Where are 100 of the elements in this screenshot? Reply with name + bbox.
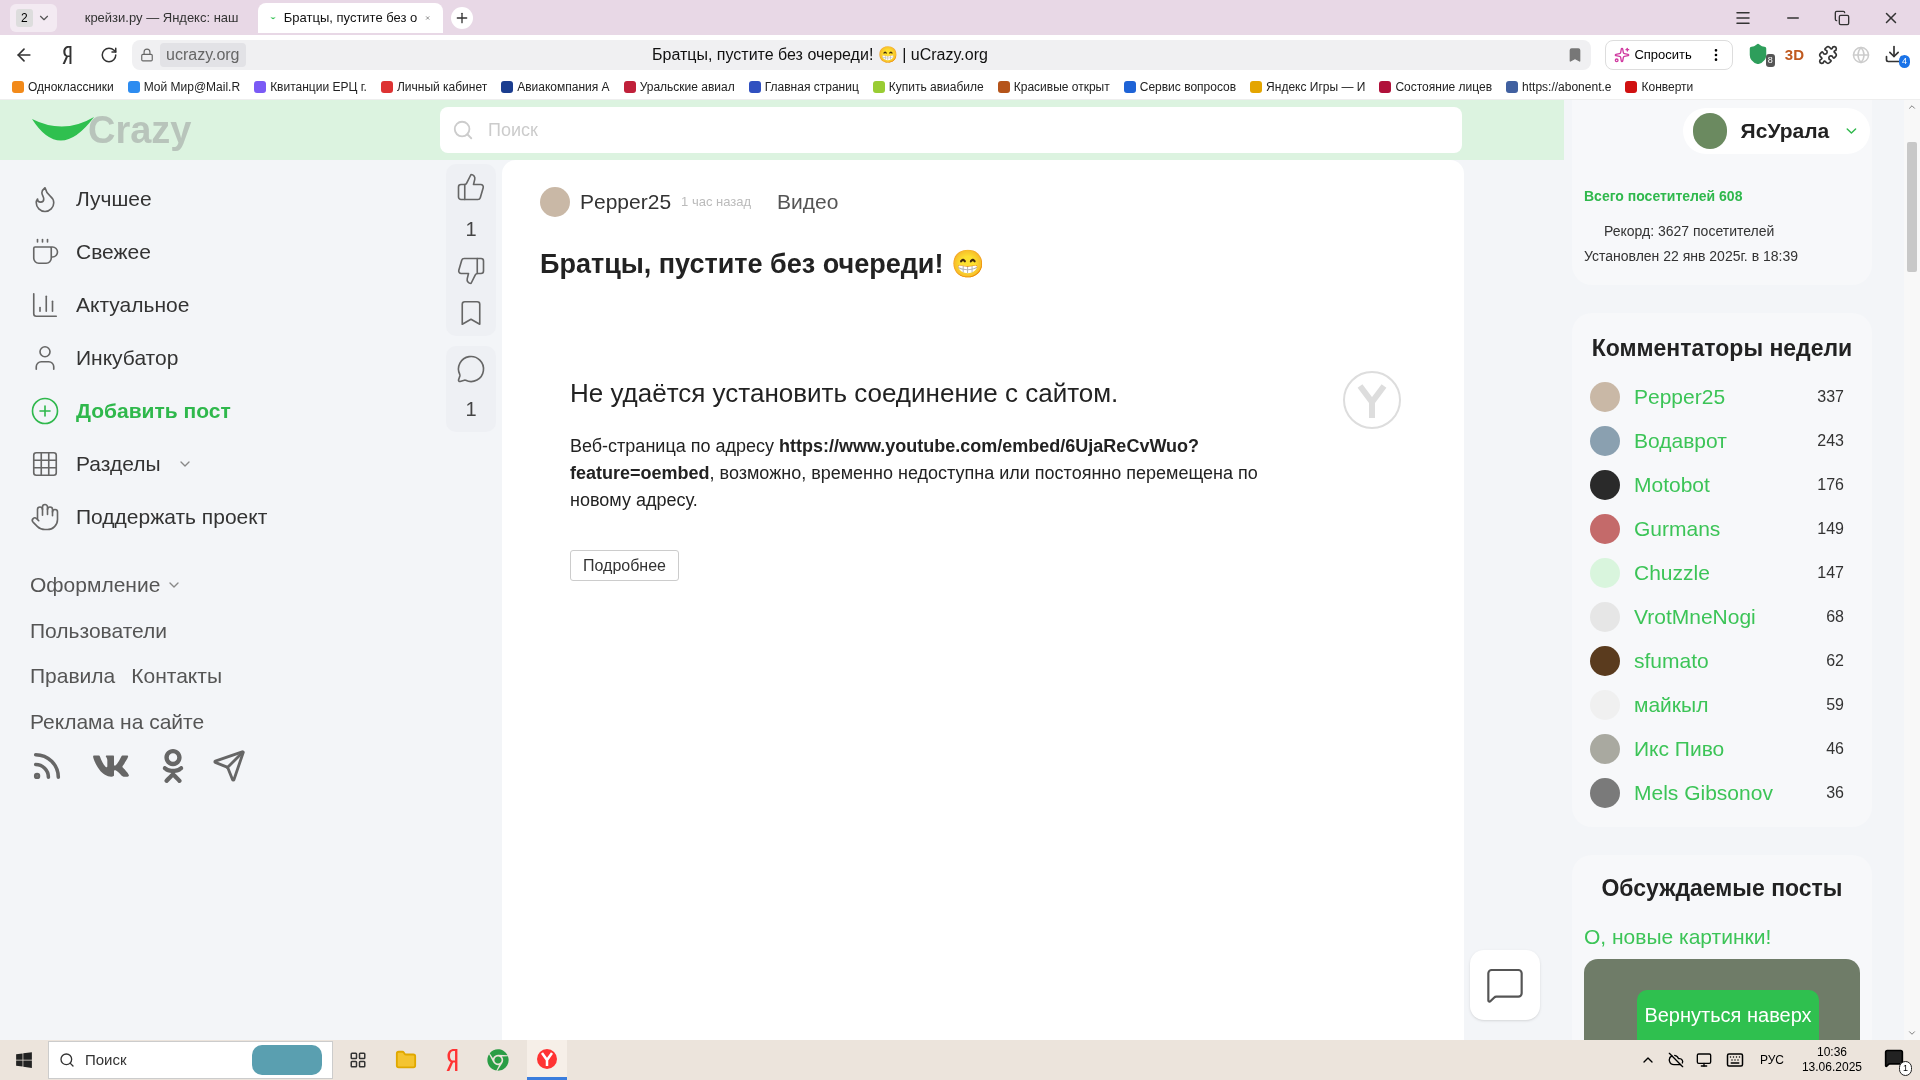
scroll-up-icon[interactable] <box>1907 102 1917 112</box>
bookmark-item[interactable]: Купить авиабиле <box>872 78 984 96</box>
ask-button[interactable]: Спросить <box>1605 40 1733 70</box>
sidebar-nav-link[interactable]: Инкубатор <box>30 331 440 384</box>
page-title: Братцы, пустите без очереди! 😁 | uCrazy.org <box>652 45 988 65</box>
chrome-icon[interactable] <box>487 1049 509 1071</box>
tab-count[interactable]: 2 <box>16 8 33 27</box>
sidebar-nav-link[interactable]: Актуальное <box>30 278 440 331</box>
user-avatar <box>1590 382 1620 412</box>
footer-link[interactable]: Правила <box>30 660 116 692</box>
lock-icon <box>140 48 154 62</box>
bookmark-item[interactable]: Состояние лицев <box>1379 78 1493 96</box>
site-favicon-icon <box>254 81 267 93</box>
site-favicon-icon <box>1379 81 1392 93</box>
footer-link[interactable]: Контакты <box>131 660 222 692</box>
reload-icon[interactable] <box>100 46 118 64</box>
appearance-menu-link[interactable]: Оформление <box>30 569 183 601</box>
bookmark-item[interactable]: Конверти <box>1625 78 1694 96</box>
bookmark-item[interactable]: Красивые открыт <box>997 78 1110 96</box>
bookmark-item[interactable]: Мой Мир@Mail.R <box>127 78 241 96</box>
user-avatar <box>1590 734 1620 764</box>
browser-taskbar-icon[interactable] <box>527 1040 567 1080</box>
site-favicon-icon <box>997 81 1010 93</box>
user-avatar <box>1590 558 1620 588</box>
footer-link[interactable]: Реклама на сайте <box>30 705 205 737</box>
windows-start-icon[interactable] <box>15 1051 33 1069</box>
comment-icon[interactable] <box>456 354 486 384</box>
site-favicon-icon <box>748 81 761 93</box>
author-avatar <box>540 186 570 217</box>
address-bar[interactable]: ucrazy.org Братцы, пустите без очереди! 😁 | uCrazy.org <box>132 40 1592 70</box>
site-favicon-icon <box>872 81 885 93</box>
bookmark-item[interactable]: Авиакомпания А <box>501 78 610 96</box>
new-tab-icon[interactable] <box>450 6 473 29</box>
site-favicon-icon <box>501 81 514 93</box>
comment-count: 147 <box>1817 563 1845 583</box>
category-link[interactable]: Видео <box>777 186 839 218</box>
author-link[interactable]: Pepper25 <box>580 186 672 218</box>
bookmark-item[interactable]: Главная страниц <box>748 78 859 96</box>
sidebar-nav-link[interactable]: Лучшее <box>30 172 440 225</box>
puzzle-icon[interactable] <box>1818 45 1838 65</box>
record-text: Рекорд: 3627 посетителей <box>1603 222 1776 241</box>
comment-count: 68 <box>1826 607 1845 627</box>
search-highlight-picture <box>252 1045 322 1075</box>
bookmark-item[interactable]: Яндекс Игры — И <box>1250 78 1366 96</box>
user-menu-button[interactable]: ЯсУрала <box>1683 108 1870 154</box>
comment-count: 149 <box>1817 519 1845 539</box>
bookmark-item[interactable]: Одноклассники <box>12 78 114 96</box>
error-message: Веб-страница по адресу https://www.youtube.com/embed/6UjaReCvWuo?feature=oembed, возможно, временно недоступна или постоянно перемещена по новому адресу. <box>570 435 1259 512</box>
url-text: ucrazy.org <box>160 43 246 67</box>
browser-tab[interactable]: Братцы, пустите без о <box>257 2 443 33</box>
site-favicon-icon <box>623 81 636 93</box>
sidebar-nav-link[interactable]: Поддержать проект <box>30 490 440 543</box>
thumbs-down-icon[interactable] <box>456 256 486 286</box>
comment-count: 176 <box>1817 475 1845 495</box>
y-logo-icon <box>1342 370 1402 430</box>
error-heading: Не удаётся установить соединение с сайтом. <box>570 377 1119 410</box>
like-count: 1 <box>465 217 477 242</box>
bookmark-item[interactable]: Личный кабинет <box>380 78 488 96</box>
clock-time[interactable]: 10:36 <box>1816 1045 1847 1060</box>
site-favicon-icon <box>1625 81 1638 93</box>
chat-button[interactable] <box>1470 950 1540 1020</box>
details-button[interactable]: Подробнее <box>570 550 679 581</box>
network-icon[interactable] <box>1695 1052 1712 1068</box>
comment-count: 337 <box>1817 387 1845 407</box>
language-indicator[interactable]: РУС <box>1759 1051 1784 1069</box>
footer-link[interactable]: Пользователи <box>30 614 168 646</box>
site-favicon-icon <box>1506 81 1519 93</box>
site-favicon-icon <box>1123 81 1136 93</box>
scrollbar-thumb[interactable] <box>1907 142 1917 272</box>
sections-menu-link[interactable]: Разделы <box>30 437 440 490</box>
scroll-down-icon[interactable] <box>1907 1028 1917 1038</box>
sidebar-nav-link[interactable]: Свежее <box>30 225 440 278</box>
user-avatar <box>1590 426 1620 456</box>
user-avatar <box>1590 778 1620 808</box>
bookmark-item[interactable]: Квитанции ЕРЦ г. <box>254 78 367 96</box>
bookmark-item[interactable]: Уральские авиал <box>623 78 735 96</box>
user-avatar <box>1590 646 1620 676</box>
3d-extension-button[interactable]: 3D <box>1784 43 1804 67</box>
restore-icon[interactable] <box>1834 9 1850 26</box>
card-heading: Обсуждаемые посты <box>1600 873 1844 903</box>
search-icon <box>452 119 474 141</box>
comment-count: 1 <box>465 397 477 422</box>
sparkle-icon <box>1614 47 1631 63</box>
site-favicon-icon <box>380 81 393 93</box>
site-favicon-icon <box>127 81 140 93</box>
taskbar-search-field[interactable]: Поиск <box>48 1041 333 1079</box>
bookmark-item[interactable]: Сервис вопросов <box>1123 78 1237 96</box>
hand-icon <box>30 501 60 532</box>
clock-date[interactable]: 13.06.2025 <box>1801 1060 1862 1075</box>
user-avatar <box>1590 470 1620 500</box>
paper-plane-icon[interactable] <box>212 749 246 783</box>
thumbs-up-icon[interactable] <box>456 172 486 202</box>
cloud-off-icon[interactable] <box>1667 1052 1684 1068</box>
user-avatar <box>1693 113 1727 149</box>
bookmark-item[interactable]: https://abonent.e <box>1506 78 1612 96</box>
comment-count: 59 <box>1826 695 1845 715</box>
comment-count: 46 <box>1826 739 1845 759</box>
browser-tab[interactable]: крейзи.ру — Яндекс: наш <box>64 2 250 33</box>
task-view-icon[interactable] <box>349 1051 367 1069</box>
comment-count: 36 <box>1826 783 1845 803</box>
